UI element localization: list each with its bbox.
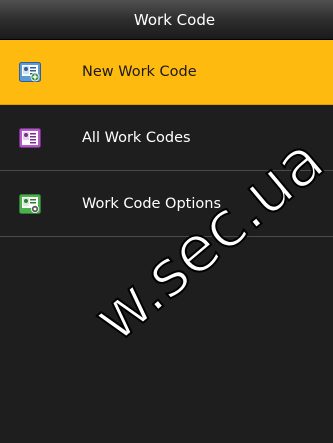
work-code-options-icon: [19, 194, 41, 214]
menu-item-label: All Work Codes: [82, 130, 191, 146]
menu-item-work-code-options[interactable]: Work Code Options: [0, 172, 333, 237]
menu-item-label: Work Code Options: [82, 196, 222, 212]
title-bar: Work Code: [0, 0, 333, 40]
menu-item-new-work-code[interactable]: New Work Code: [0, 40, 333, 105]
new-work-code-icon: [19, 62, 41, 82]
work-code-screen: Work Code New Work Code All Work Codes W…: [0, 0, 333, 443]
page-title: Work Code: [133, 11, 216, 29]
menu-item-all-work-codes[interactable]: All Work Codes: [0, 106, 333, 171]
menu-item-label: New Work Code: [82, 64, 197, 80]
all-work-codes-icon: [19, 128, 41, 148]
